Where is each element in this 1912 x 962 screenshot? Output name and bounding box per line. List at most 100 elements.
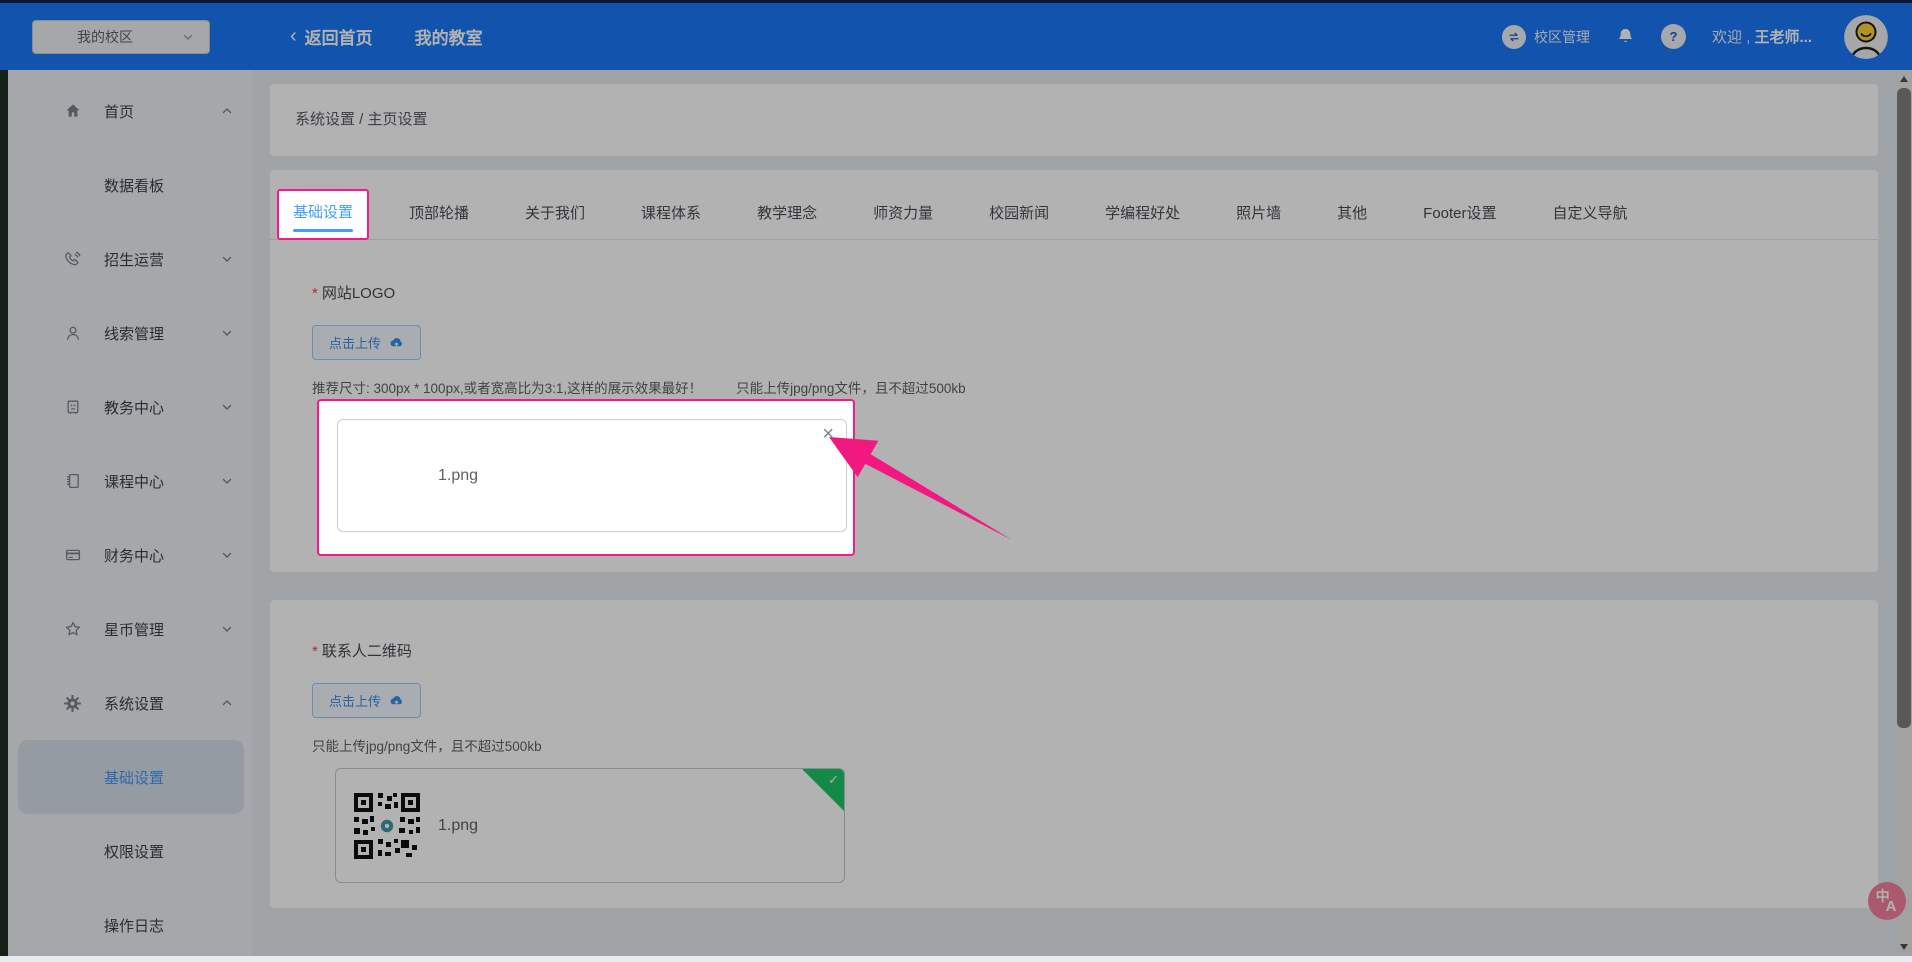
username: 王老师... bbox=[1754, 29, 1812, 46]
sidebar-item-label: 课程中心 bbox=[104, 473, 165, 491]
building-icon bbox=[63, 398, 82, 417]
sidebar-subitem-operation-log[interactable]: 操作日志 bbox=[8, 888, 252, 962]
top-header-bar: 我的校区 ‹ 返回首页 我的教室 校区管理 ? 欢迎 , 王老师... bbox=[0, 3, 1912, 70]
sidebar-item-label: 财务中心 bbox=[104, 547, 165, 565]
qr-field-label: * 联系人二维码 bbox=[312, 643, 412, 660]
avatar[interactable] bbox=[1844, 14, 1888, 59]
qr-section: * 联系人二维码 点击上传 只能上传jpg/png文件，且不超过500kb bbox=[312, 640, 542, 755]
sidebar-item-star-coin[interactable]: 星币管理 bbox=[8, 592, 252, 666]
breadcrumb-card: 系统设置 / 主页设置 bbox=[270, 84, 1878, 156]
qr-settings-card: * 联系人二维码 点击上传 只能上传jpg/png文件，且不超过500kb 1.… bbox=[270, 600, 1878, 908]
tab-custom-nav[interactable]: 自定义导航 bbox=[1553, 192, 1628, 239]
chevron-down-icon bbox=[220, 622, 234, 636]
sidebar-item-leads[interactable]: 线索管理 bbox=[8, 296, 252, 370]
sidebar-item-label: 线索管理 bbox=[104, 325, 165, 343]
qr-file-card[interactable]: 1.png ✓ bbox=[335, 768, 845, 883]
logo-field-label: * 网站LOGO bbox=[312, 285, 396, 302]
chevron-down-icon bbox=[220, 474, 234, 488]
gear-icon bbox=[63, 694, 82, 713]
sidebar-subitem-label: 基础设置 bbox=[104, 769, 165, 787]
notebook-icon bbox=[63, 472, 82, 491]
sidebar-subitem-label: 操作日志 bbox=[104, 917, 165, 935]
tab-campus-news[interactable]: 校园新闻 bbox=[989, 192, 1049, 239]
logo-upload-button[interactable]: 点击上传 bbox=[312, 325, 422, 360]
back-home-label: 返回首页 bbox=[304, 29, 373, 48]
tab-photo-wall[interactable]: 照片墙 bbox=[1236, 192, 1281, 239]
sidebar-subitem-label: 数据看板 bbox=[104, 177, 165, 195]
tab-other[interactable]: 其他 bbox=[1337, 192, 1367, 239]
sidebar-subitem-data-dashboard[interactable]: 数据看板 bbox=[8, 148, 252, 222]
sidebar-item-academic-affairs[interactable]: 教务中心 bbox=[8, 370, 252, 444]
logo-section: * 网站LOGO 点击上传 推荐尺寸: 300px * 100px,或者宽高比为3… bbox=[312, 282, 966, 397]
sidebar-item-label: 星币管理 bbox=[104, 621, 165, 639]
tab-bar: 基础设置 顶部轮播 关于我们 课程体系 教学理念 师资力量 校园新闻 学编程好处… bbox=[270, 170, 1878, 240]
logo-hint: 推荐尺寸: 300px * 100px,或者宽高比为3:1,这样的展示效果最好！… bbox=[312, 377, 966, 397]
scroll-down-arrow-icon[interactable] bbox=[1900, 944, 1908, 950]
qr-upload-button[interactable]: 点击上传 bbox=[312, 683, 422, 718]
close-icon[interactable]: × bbox=[822, 424, 834, 444]
required-mark: * bbox=[312, 643, 318, 660]
upload-cloud-icon bbox=[389, 335, 404, 350]
campus-select[interactable]: 我的校区 bbox=[32, 19, 210, 54]
sidebar-item-label: 教务中心 bbox=[104, 399, 165, 417]
sidebar-item-admissions[interactable]: 招生运营 bbox=[8, 222, 252, 296]
qr-hint: 只能上传jpg/png文件，且不超过500kb bbox=[312, 735, 542, 755]
qr-hint-type: 只能上传jpg/png文件，且不超过500kb bbox=[312, 739, 542, 754]
tab-top-carousel[interactable]: 顶部轮播 bbox=[409, 192, 469, 239]
translate-a-glyph: A bbox=[1885, 897, 1897, 915]
notification-bell-icon[interactable] bbox=[1616, 27, 1635, 46]
upload-button-label: 点击上传 bbox=[329, 694, 382, 709]
sidebar-item-system-settings[interactable]: 系统设置 bbox=[8, 666, 252, 740]
chevron-down-icon bbox=[220, 252, 234, 266]
back-home-link[interactable]: ‹ 返回首页 bbox=[290, 24, 373, 49]
sidebar-item-home[interactable]: 首页 bbox=[8, 74, 252, 148]
scroll-up-arrow-icon[interactable] bbox=[1900, 76, 1908, 82]
help-icon[interactable]: ? bbox=[1660, 24, 1686, 49]
sidebar-item-course-center[interactable]: 课程中心 bbox=[8, 444, 252, 518]
campus-manage-label: 校区管理 bbox=[1533, 28, 1590, 45]
sidebar-subitem-basic-settings[interactable]: 基础设置 bbox=[18, 740, 244, 814]
sidebar-item-label: 招生运营 bbox=[104, 251, 165, 269]
upload-button-label: 点击上传 bbox=[329, 336, 382, 351]
sidebar-item-finance-center[interactable]: 财务中心 bbox=[8, 518, 252, 592]
my-classroom-link[interactable]: 我的教室 bbox=[415, 24, 483, 49]
chevron-up-icon bbox=[220, 696, 234, 710]
settings-card: 基础设置 顶部轮播 关于我们 课程体系 教学理念 师资力量 校园新闻 学编程好处… bbox=[270, 170, 1878, 572]
tab-course-system[interactable]: 课程体系 bbox=[641, 192, 701, 239]
campus-manage-button[interactable]: 校区管理 bbox=[1501, 24, 1590, 49]
sidebar-item-label: 首页 bbox=[104, 103, 135, 121]
chevron-up-icon bbox=[220, 104, 234, 118]
tab-footer-settings[interactable]: Footer设置 bbox=[1423, 192, 1496, 239]
credit-card-icon bbox=[63, 546, 82, 565]
my-classroom-label: 我的教室 bbox=[414, 29, 483, 48]
campus-select-value: 我的校区 bbox=[77, 28, 133, 45]
tab-teaching-philosophy[interactable]: 教学理念 bbox=[757, 192, 817, 239]
home-icon bbox=[63, 102, 82, 121]
logo-hint-size: 推荐尺寸: 300px * 100px,或者宽高比为3:1,这样的展示效果最好！ bbox=[312, 381, 703, 396]
logo-hint-type: 只能上传jpg/png文件，且不超过500kb bbox=[736, 381, 966, 396]
tab-basic-settings[interactable]: 基础设置 bbox=[277, 189, 370, 240]
sidebar-nav: 首页 数据看板 招生运营 线索管理 教务中心 课程中心 财务中心 星币管理 系统… bbox=[8, 70, 252, 956]
welcome-text: 欢迎 , 王老师... bbox=[1712, 26, 1812, 47]
translate-button[interactable]: 中 A bbox=[1868, 882, 1906, 920]
check-icon: ✓ bbox=[828, 772, 839, 787]
logo-file-name: 1.png bbox=[438, 466, 479, 484]
vertical-scrollbar[interactable] bbox=[1896, 70, 1912, 956]
chevron-down-icon bbox=[220, 400, 234, 414]
scrollbar-thumb[interactable] bbox=[1897, 88, 1911, 728]
welcome-prefix: 欢迎 , bbox=[1711, 29, 1751, 46]
sidebar-subitem-permission-settings[interactable]: 权限设置 bbox=[8, 814, 252, 888]
screen-left-edge bbox=[0, 70, 8, 956]
chevron-left-icon: ‹ bbox=[290, 24, 297, 47]
tab-coding-benefits[interactable]: 学编程好处 bbox=[1105, 192, 1180, 239]
tab-faculty[interactable]: 师资力量 bbox=[873, 192, 933, 239]
star-icon bbox=[63, 620, 82, 639]
chevron-down-icon bbox=[181, 30, 195, 44]
chevron-down-icon bbox=[220, 326, 234, 340]
switch-campus-icon bbox=[1501, 24, 1526, 49]
upload-cloud-icon bbox=[389, 693, 404, 708]
logo-file-card[interactable]: 1.png × bbox=[337, 419, 847, 532]
annotation-highlight-box: 1.png × bbox=[317, 399, 855, 556]
required-mark: * bbox=[312, 285, 318, 302]
tab-about-us[interactable]: 关于我们 bbox=[525, 192, 585, 239]
